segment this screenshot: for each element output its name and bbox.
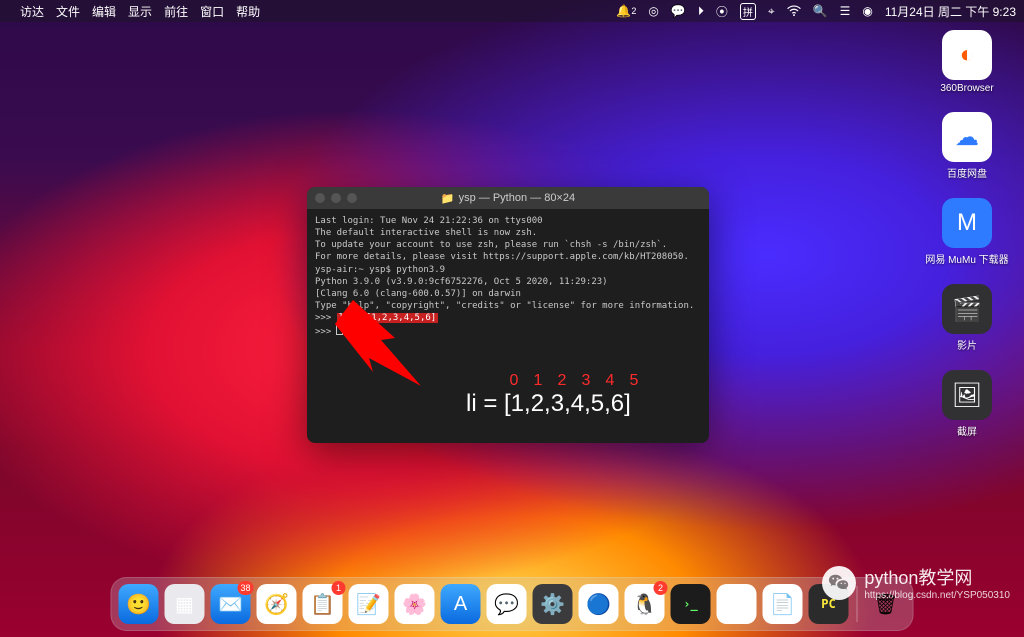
desktop-icon-screenshots[interactable]: 🖼 截屏 [942, 370, 992, 438]
menu-go[interactable]: 前往 [164, 3, 188, 20]
notification-icon[interactable]: 🔔2 [616, 4, 636, 18]
dock-app-qq[interactable]: 🐧2 [625, 584, 665, 624]
mumu-icon: M [942, 198, 992, 248]
menu-edit[interactable]: 编辑 [92, 3, 116, 20]
close-icon[interactable] [315, 193, 325, 203]
terminal-line: [Clang 6.0 (clang-600.0.57)] on darwin [315, 288, 701, 300]
dock-app-notes[interactable]: 📝 [349, 584, 389, 624]
terminal-prompt[interactable]: >>> [315, 324, 701, 338]
record-icon[interactable]: ⦿ [716, 3, 728, 20]
desktop-icon-label: 截屏 [957, 423, 977, 438]
control-center-icon[interactable]: ☰ [840, 4, 851, 18]
index-label: 3 [574, 372, 598, 390]
dock-app-wechat[interactable]: 💬 [487, 584, 527, 624]
siri-icon[interactable]: ◉ [862, 4, 872, 18]
dock-app-photos[interactable]: 🌸 [395, 584, 435, 624]
badge: 38 [237, 581, 253, 595]
index-label: 0 [502, 372, 526, 390]
menu-finder[interactable]: 访达 [20, 3, 44, 20]
dock-app-chrome[interactable]: 🔵 [579, 584, 619, 624]
desktop-icon-label: 影片 [957, 337, 977, 352]
360browser-icon: ◐ [942, 30, 992, 80]
index-label: 4 [598, 372, 622, 390]
index-label: 2 [550, 372, 574, 390]
badge: 2 [654, 581, 668, 595]
menu-help[interactable]: 帮助 [236, 3, 260, 20]
desktop-icon-movies[interactable]: 🎬 影片 [942, 284, 992, 352]
desktop: 访达 文件 编辑 显示 前往 窗口 帮助 🔔2 ◎ 💬 ⏵ ⦿ 拼 ⌖ 🔍 ☰ … [0, 0, 1024, 637]
watermark: python教学网 https://blog.csdn.net/YSP05031… [822, 564, 1010, 601]
dock-app-baidu-disk[interactable]: ☁ [717, 584, 757, 624]
terminal-line: To update your account to use zsh, pleas… [315, 239, 701, 251]
desktop-icon-label: 360Browser [940, 83, 993, 94]
baidu-netdisk-icon: ☁ [942, 112, 992, 162]
dock-app-appstore[interactable]: A [441, 584, 481, 624]
status-icon-1[interactable]: ◎ [648, 4, 658, 18]
terminal-titlebar[interactable]: 📁 ysp — Python — 80×24 [307, 187, 709, 209]
desktop-icons: ◐ 360Browser ☁ 百度网盘 M 网易 MuMu 下载器 🎬 影片 🖼 截屏 [922, 30, 1012, 438]
badge: 1 [332, 581, 346, 595]
dock-app-textedit[interactable]: 📄 [763, 584, 803, 624]
terminal-line: Type "help", "copyright", "credits" or "… [315, 300, 701, 312]
wechat-status-icon[interactable]: 💬 [671, 4, 686, 18]
desktop-icon-label: 百度网盘 [947, 165, 987, 180]
terminal-line: The default interactive shell is now zsh… [315, 227, 701, 239]
play-icon[interactable]: ⏵ [698, 4, 704, 19]
desktop-icon-mumu[interactable]: M 网易 MuMu 下载器 [925, 198, 1008, 266]
desktop-icon-label: 网易 MuMu 下载器 [925, 251, 1008, 266]
desktop-icon-360browser[interactable]: ◐ 360Browser [940, 30, 993, 94]
menubar: 访达 文件 编辑 显示 前往 窗口 帮助 🔔2 ◎ 💬 ⏵ ⦿ 拼 ⌖ 🔍 ☰ … [0, 0, 1024, 22]
wechat-icon [822, 566, 856, 600]
movies-icon: 🎬 [942, 284, 992, 334]
dock-app-terminal[interactable]: ›_ [671, 584, 711, 624]
menu-file[interactable]: 文件 [56, 3, 80, 20]
terminal-line: Last login: Tue Nov 24 21:22:36 on ttys0… [315, 215, 701, 227]
terminal-line: ysp-air:~ ysp$ python3.9 [315, 264, 701, 276]
list-expression-annotation: li = [1,2,3,4,5,6] [466, 390, 631, 418]
menu-view[interactable]: 显示 [128, 3, 152, 20]
input-method[interactable]: 拼 [740, 3, 756, 20]
index-label: 1 [526, 372, 550, 390]
index-label: 5 [622, 372, 646, 390]
clock[interactable]: 11月24日 周二 下午 9:23 [885, 3, 1016, 20]
minimize-icon[interactable] [331, 193, 341, 203]
screenshots-icon: 🖼 [942, 370, 992, 420]
terminal-title: ysp — Python — 80×24 [459, 192, 575, 204]
watermark-title: python教学网 [864, 564, 1010, 590]
terminal-line-highlight: >>> li = [1,2,3,4,5,6] [315, 312, 701, 324]
dock-app-mail[interactable]: ✉️38 [211, 584, 251, 624]
terminal-line: For more details, please visit https://s… [315, 251, 701, 263]
dock-app-reminders[interactable]: 📋1 [303, 584, 343, 624]
folder-icon: 📁 [441, 192, 455, 205]
index-annotation: 012345 [502, 372, 646, 390]
wifi-icon[interactable] [787, 5, 801, 17]
maximize-icon[interactable] [347, 193, 357, 203]
terminal-line: Python 3.9.0 (v3.9.0:9cf6752276, Oct 5 2… [315, 276, 701, 288]
desktop-icon-baidu-netdisk[interactable]: ☁ 百度网盘 [942, 112, 992, 180]
dock: 🙂▦✉️38🧭📋1📝🌸A💬⚙️🔵🐧2›_☁📄PC🗑 [111, 577, 914, 631]
menu-window[interactable]: 窗口 [200, 3, 224, 20]
dock-app-preferences[interactable]: ⚙️ [533, 584, 573, 624]
bluetooth-icon[interactable]: ⌖ [768, 4, 775, 19]
watermark-url: blog.csdn.net/YSP050310 [894, 590, 1010, 601]
search-icon[interactable]: 🔍 [813, 4, 828, 18]
dock-app-launchpad[interactable]: ▦ [165, 584, 205, 624]
dock-app-finder[interactable]: 🙂 [119, 584, 159, 624]
dock-app-safari[interactable]: 🧭 [257, 584, 297, 624]
